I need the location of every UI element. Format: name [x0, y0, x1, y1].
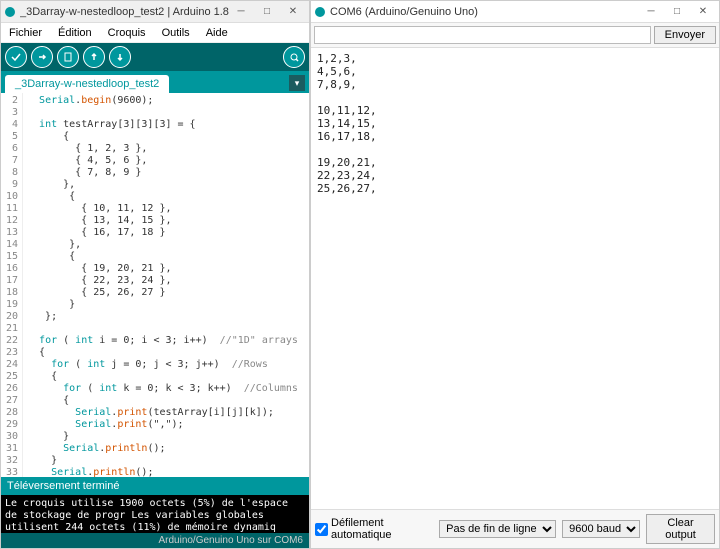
- maximize-icon[interactable]: □: [665, 3, 689, 21]
- maximize-icon[interactable]: □: [255, 3, 279, 21]
- menu-help[interactable]: Aide: [202, 25, 232, 41]
- verify-button[interactable]: [5, 46, 27, 68]
- open-button[interactable]: [83, 46, 105, 68]
- arduino-logo-icon: [5, 7, 15, 17]
- new-button[interactable]: [57, 46, 79, 68]
- autoscroll-checkbox[interactable]: Défilement automatique: [315, 517, 427, 541]
- monitor-titlebar: COM6 (Arduino/Genuino Uno) ─ □ ✕: [311, 1, 719, 23]
- status-bar: Téléversement terminé: [1, 477, 309, 495]
- autoscroll-label: Défilement automatique: [331, 517, 427, 541]
- baud-select[interactable]: 9600 baud: [562, 520, 640, 538]
- serial-output[interactable]: 1,2,3, 4,5,6, 7,8,9, 10,11,12, 13,14,15,…: [311, 48, 719, 509]
- menu-sketch[interactable]: Croquis: [104, 25, 150, 41]
- ide-title: _3Darray-w-nestedloop_test2 | Arduino 1.…: [20, 6, 229, 18]
- monitor-title: COM6 (Arduino/Genuino Uno): [330, 6, 639, 18]
- close-icon[interactable]: ✕: [691, 3, 715, 21]
- serial-input[interactable]: [314, 26, 651, 44]
- menu-edit[interactable]: Édition: [54, 25, 96, 41]
- minimize-icon[interactable]: ─: [639, 3, 663, 21]
- code-editor[interactable]: 2345678910111213141516171819202122232425…: [1, 93, 309, 477]
- send-button[interactable]: Envoyer: [654, 26, 716, 44]
- code-area[interactable]: Serial.begin(9600); int testArray[3][3][…: [23, 93, 302, 477]
- ide-console: Le croquis utilise 1900 octets (5%) de l…: [1, 495, 309, 533]
- ide-menubar: Fichier Édition Croquis Outils Aide: [1, 23, 309, 43]
- monitor-footer: Défilement automatique Pas de fin de lig…: [311, 509, 719, 548]
- minimize-icon[interactable]: ─: [229, 3, 253, 21]
- ide-toolbar: [1, 43, 309, 71]
- line-ending-select[interactable]: Pas de fin de ligne: [439, 520, 556, 538]
- tab-menu-icon[interactable]: ▾: [289, 75, 305, 91]
- arduino-logo-icon: [315, 7, 325, 17]
- line-numbers: 2345678910111213141516171819202122232425…: [1, 93, 23, 477]
- autoscroll-input[interactable]: [315, 523, 328, 536]
- serial-monitor-button[interactable]: [283, 46, 305, 68]
- sketch-tab[interactable]: _3Darray-w-nestedloop_test2: [5, 75, 169, 93]
- ide-titlebar: _3Darray-w-nestedloop_test2 | Arduino 1.…: [1, 1, 309, 23]
- menu-file[interactable]: Fichier: [5, 25, 46, 41]
- ide-footer: Arduino/Genuino Uno sur COM6: [1, 533, 309, 548]
- ide-tabbar: _3Darray-w-nestedloop_test2 ▾: [1, 71, 309, 93]
- menu-tools[interactable]: Outils: [158, 25, 194, 41]
- monitor-window-controls: ─ □ ✕: [639, 3, 715, 21]
- ide-window-controls: ─ □ ✕: [229, 3, 305, 21]
- save-button[interactable]: [109, 46, 131, 68]
- serial-monitor-window: COM6 (Arduino/Genuino Uno) ─ □ ✕ Envoyer…: [310, 0, 720, 549]
- arduino-ide-window: _3Darray-w-nestedloop_test2 | Arduino 1.…: [0, 0, 310, 549]
- monitor-send-row: Envoyer: [311, 23, 719, 48]
- upload-button[interactable]: [31, 46, 53, 68]
- clear-output-button[interactable]: Clear output: [646, 514, 715, 544]
- close-icon[interactable]: ✕: [281, 3, 305, 21]
